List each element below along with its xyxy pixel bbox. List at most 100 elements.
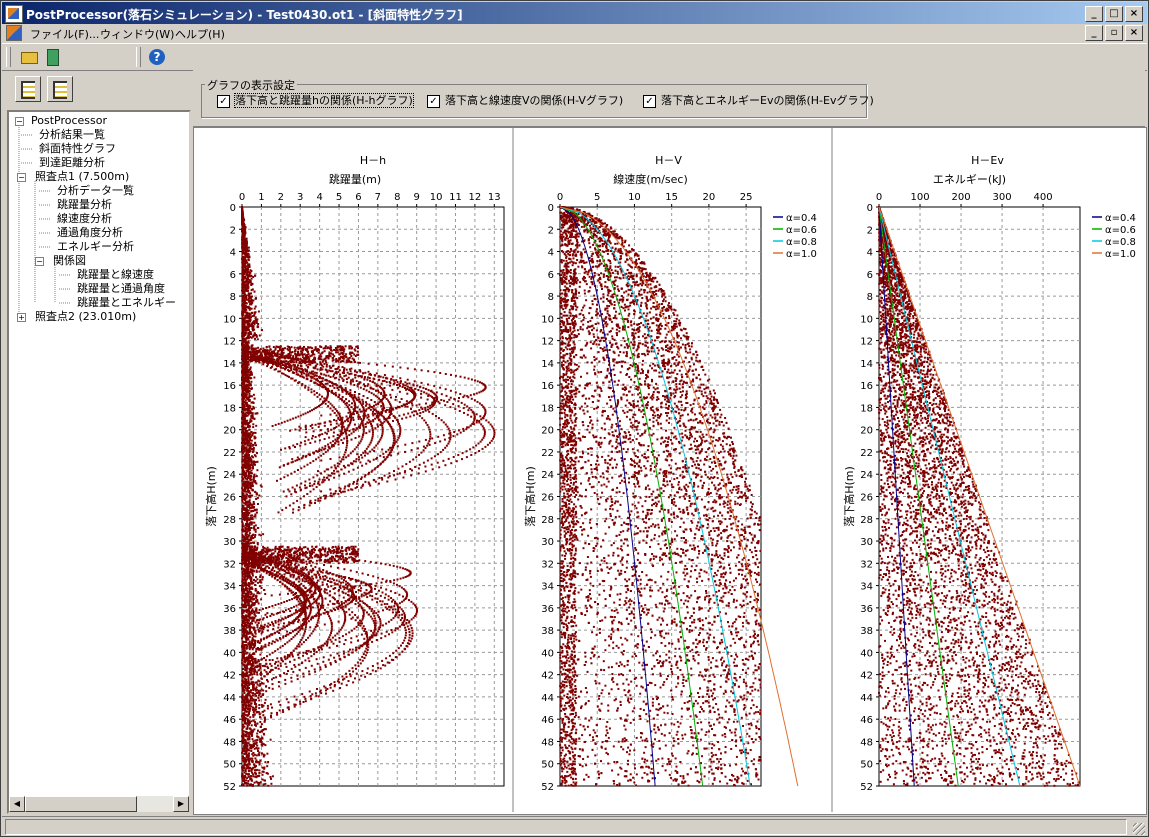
mdi-child-icon[interactable] — [6, 25, 22, 41]
y-tick-label: 34 — [223, 582, 236, 593]
data-point — [256, 722, 259, 725]
scroll-left-button[interactable]: ◀ — [9, 796, 25, 812]
scroll-thumb[interactable] — [25, 796, 137, 812]
y-tick-label: 0 — [230, 203, 236, 214]
tree-item[interactable]: 斜面特性グラフ — [39, 142, 116, 155]
data-point — [268, 686, 271, 689]
tree-item[interactable]: 跳躍量分析 — [57, 198, 112, 211]
horizontal-scrollbar[interactable]: ◀ ▶ — [9, 796, 189, 812]
data-point — [357, 417, 360, 420]
tree-expander[interactable]: − — [15, 117, 24, 126]
data-point — [335, 414, 338, 417]
tree-root[interactable]: PostProcessor — [31, 114, 107, 127]
mdi-minimize-button[interactable]: _ — [1085, 25, 1103, 41]
tree-item[interactable]: 照査点2 (23.010m) — [35, 310, 136, 323]
help-icon[interactable] — [146, 46, 168, 68]
data-point — [244, 464, 247, 467]
mdi-restore-button[interactable]: ▫ — [1105, 25, 1123, 41]
tree-item[interactable]: 跳躍量と通過角度 — [77, 282, 165, 295]
data-point — [247, 599, 250, 602]
data-point — [241, 651, 244, 654]
data-point — [245, 669, 248, 672]
mdi-close-button[interactable]: × — [1125, 25, 1143, 41]
menu-file[interactable]: ファイル(F)... — [30, 26, 99, 42]
data-point — [241, 751, 244, 754]
tree-item[interactable]: 到達距離分析 — [39, 156, 105, 169]
checkbox-h-v[interactable]: ✓ 落下高と線速度Vの関係(H-Vグラフ) — [427, 92, 623, 108]
title-bar[interactable]: PostProcessor(落石シミュレーション) - Test0430.ot1… — [2, 2, 1147, 24]
menu-help[interactable]: ヘルプ(H) — [175, 26, 225, 42]
app-icon[interactable] — [5, 5, 23, 23]
data-point — [244, 285, 247, 288]
toolbar-grip-2[interactable] — [136, 47, 141, 67]
data-point — [390, 378, 393, 380]
expand-tree-icon[interactable] — [15, 76, 41, 102]
data-point — [245, 469, 248, 472]
data-point — [248, 394, 251, 397]
data-point — [246, 252, 249, 255]
menu-window[interactable]: ウィンドウ(W) — [100, 26, 174, 42]
data-point — [244, 314, 247, 317]
collapse-tree-icon[interactable] — [47, 76, 73, 102]
data-point — [379, 438, 382, 441]
tree-item[interactable]: 跳躍量と線速度 — [77, 268, 154, 281]
tree-item[interactable]: 跳躍量とエネルギー — [77, 296, 176, 309]
data-point — [309, 490, 312, 493]
tree-item[interactable]: 分析データ一覧 — [57, 184, 134, 197]
y-tick-label: 26 — [223, 493, 236, 504]
data-point — [253, 652, 256, 655]
toolbar-grip[interactable] — [6, 47, 11, 67]
data-point — [245, 587, 248, 590]
data-point — [412, 414, 415, 417]
data-point — [243, 232, 246, 235]
data-point — [329, 423, 332, 426]
data-point — [381, 432, 384, 435]
data-point — [245, 373, 248, 376]
navigation-tree[interactable]: ◀ ▶ PostProcessor − 分析結果一覧 斜面特性グラフ 到達距離分析 照査点… — [7, 110, 191, 814]
data-point — [374, 412, 376, 415]
check-icon[interactable]: ✓ — [643, 94, 656, 108]
close-button[interactable]: × — [1125, 6, 1143, 22]
tree-item[interactable]: 照査点1 (7.500m) — [35, 170, 129, 183]
data-point — [277, 511, 280, 514]
tree-item[interactable]: 分析結果一覧 — [39, 128, 105, 141]
tree-expander[interactable]: − — [35, 257, 44, 266]
data-point — [414, 387, 417, 390]
tree-item[interactable]: エネルギー分析 — [57, 240, 134, 253]
checkbox-h-ev[interactable]: ✓ 落下高とエネルギーEvの関係(H-Evグラフ) — [643, 92, 874, 108]
minimize-button[interactable]: _ — [1085, 6, 1103, 22]
data-point — [248, 645, 251, 648]
tree-item[interactable]: 通過角度分析 — [57, 226, 123, 239]
data-point — [244, 759, 247, 762]
open-icon[interactable] — [18, 46, 40, 68]
tree-item[interactable]: 関係図 — [53, 254, 86, 267]
check-icon[interactable]: ✓ — [427, 94, 440, 108]
x-tick-label: 6 — [355, 192, 361, 203]
checkbox-h-h[interactable]: ✓ 落下高と跳躍量hの関係(H-hグラフ) — [217, 92, 414, 108]
data-point — [244, 698, 247, 701]
exit-icon[interactable] — [42, 46, 64, 68]
data-point — [309, 442, 312, 444]
data-point — [241, 479, 244, 482]
data-point — [247, 379, 250, 382]
data-point — [250, 442, 253, 445]
data-point — [250, 431, 253, 433]
data-point — [252, 527, 255, 529]
data-point — [244, 270, 246, 273]
maximize-button[interactable]: □ — [1105, 6, 1123, 22]
scroll-right-button[interactable]: ▶ — [173, 796, 189, 812]
data-point — [254, 739, 257, 742]
tree-expander[interactable]: + — [17, 313, 26, 322]
x-tick-label: 0 — [239, 192, 245, 203]
tree-item[interactable]: 線速度分析 — [57, 212, 112, 225]
check-icon[interactable]: ✓ — [217, 94, 230, 108]
data-point — [328, 436, 331, 439]
data-point — [255, 775, 258, 778]
data-point — [247, 412, 250, 414]
checkbox-label: 落下高と線速度Vの関係(H-Vグラフ) — [445, 94, 623, 107]
data-point — [243, 515, 246, 518]
data-point — [262, 770, 265, 773]
data-point — [241, 476, 244, 479]
data-point — [243, 319, 246, 322]
tree-expander[interactable]: − — [17, 173, 26, 182]
